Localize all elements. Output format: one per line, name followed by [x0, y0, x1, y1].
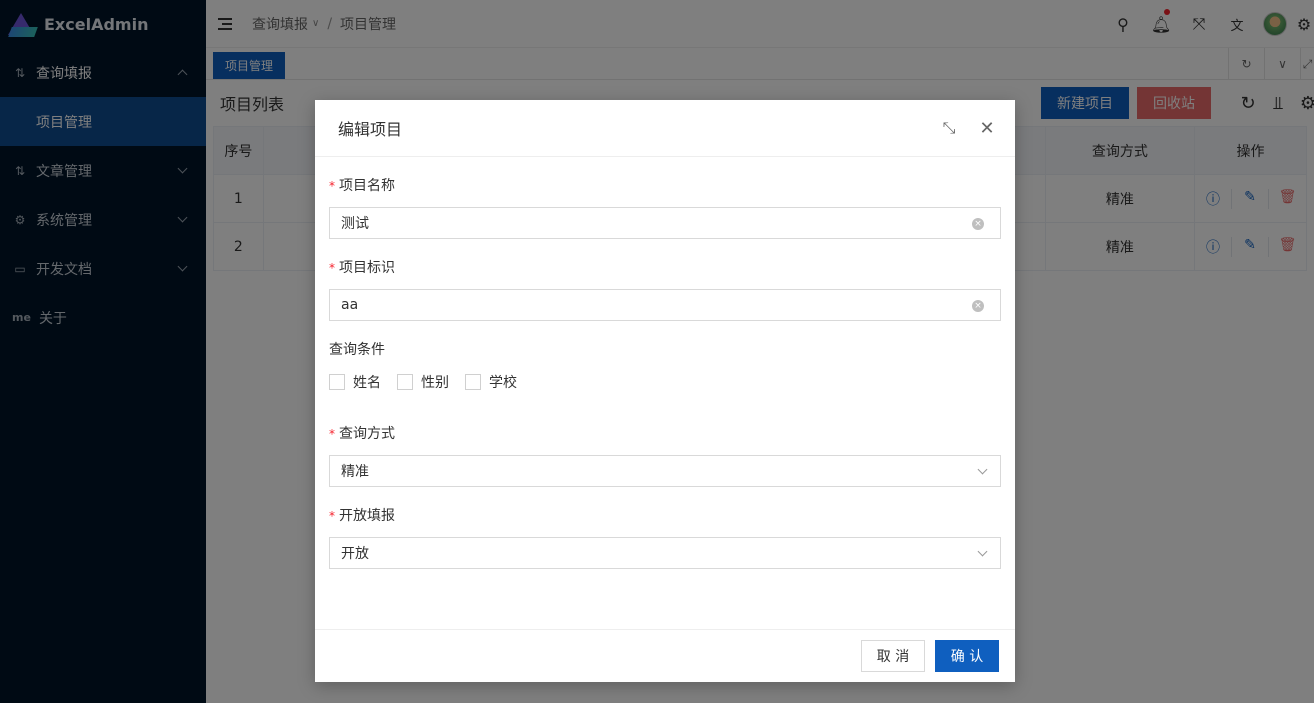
open-fill-select[interactable]: 开放	[329, 537, 1001, 569]
input-value: aa	[341, 297, 359, 313]
input-value: 测试	[341, 216, 369, 232]
dialog-title: 编辑项目	[338, 120, 403, 139]
chevron-down-icon	[977, 546, 988, 557]
checkbox-name[interactable]: 姓名	[329, 372, 381, 392]
field-label: * 项目标识	[329, 260, 395, 276]
close-icon[interactable]: ✕	[975, 116, 999, 140]
required-mark: *	[329, 427, 335, 441]
form-item-open-fill: * 开放填报 开放	[329, 507, 1001, 569]
form-item-conditions: 查询条件 姓名 性别 学校	[329, 341, 1001, 391]
checkbox[interactable]	[465, 374, 481, 390]
form-item-identifier: * 项目标识 aa ×	[329, 259, 1001, 321]
dialog-footer: 取 消 确 认	[315, 629, 1015, 682]
edit-project-dialog: 编辑项目 ⤡ ✕ * 项目名称 测试 × * 项目标识 aa × 查询条件 姓名 性…	[315, 100, 1015, 682]
form-item-query-mode: * 查询方式 精准	[329, 425, 1001, 487]
confirm-button[interactable]: 确 认	[935, 640, 999, 672]
field-label: * 项目名称	[329, 178, 395, 194]
maximize-icon[interactable]: ⤡	[937, 116, 961, 140]
checkbox-school[interactable]: 学校	[465, 372, 517, 392]
field-label: * 开放填报	[329, 508, 395, 524]
checkbox-gender[interactable]: 性别	[397, 372, 449, 392]
select-value: 精准	[341, 464, 369, 480]
required-mark: *	[329, 509, 335, 523]
clear-icon[interactable]: ×	[972, 300, 984, 312]
dialog-body: * 项目名称 测试 × * 项目标识 aa × 查询条件 姓名 性别 学校 * 查询方…	[315, 157, 1015, 569]
checkbox[interactable]	[329, 374, 345, 390]
conditions-checkbox-group: 姓名 性别 学校	[329, 373, 1001, 391]
field-label: * 查询方式	[329, 426, 395, 442]
form-item-name: * 项目名称 测试 ×	[329, 177, 1001, 239]
clear-icon[interactable]: ×	[972, 218, 984, 230]
dialog-header: 编辑项目 ⤡ ✕	[315, 100, 1015, 157]
project-identifier-input[interactable]: aa ×	[329, 289, 1001, 321]
cancel-button[interactable]: 取 消	[861, 640, 925, 672]
checkbox[interactable]	[397, 374, 413, 390]
required-mark: *	[329, 261, 335, 275]
select-value: 开放	[341, 546, 369, 562]
chevron-down-icon	[977, 464, 988, 475]
field-label: 查询条件	[329, 342, 385, 358]
query-mode-select[interactable]: 精准	[329, 455, 1001, 487]
required-mark: *	[329, 179, 335, 193]
project-name-input[interactable]: 测试 ×	[329, 207, 1001, 239]
